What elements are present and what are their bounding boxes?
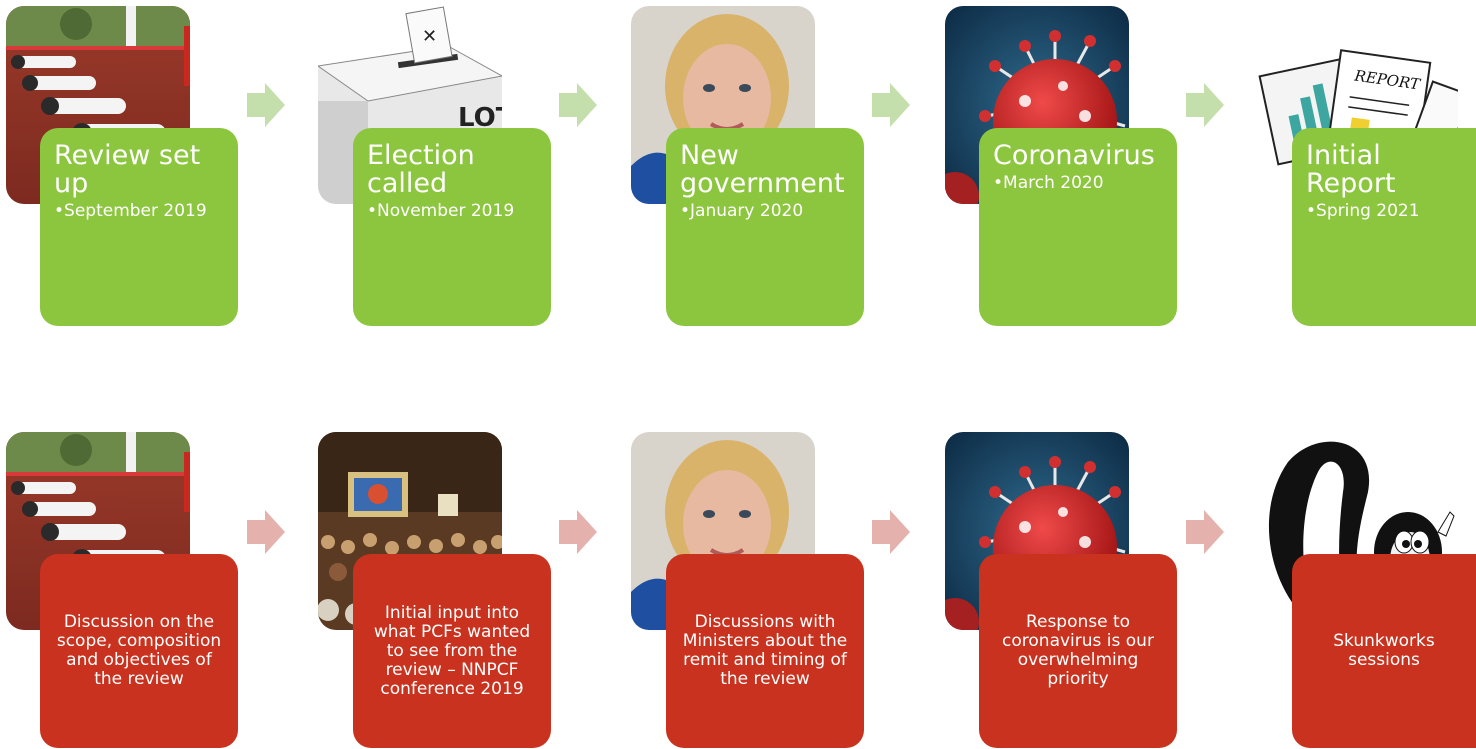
red-arrow-icon xyxy=(559,510,597,554)
green-arrow-icon xyxy=(559,83,597,127)
red-arrow-icon xyxy=(872,510,910,554)
red-arrow-icon xyxy=(1186,510,1224,554)
timeline-card-initial-report: Initial Report •Spring 2021 xyxy=(1292,128,1476,326)
timeline-card-coronavirus: Coronavirus •March 2020 xyxy=(979,128,1177,326)
green-arrow-icon xyxy=(247,83,285,127)
timeline-card-scope-discussion: Discussion on the scope, composition and… xyxy=(40,554,238,748)
card-title: Initial Report xyxy=(1306,140,1396,199)
card-date: •November 2019 xyxy=(367,201,515,221)
card-text: Initial input into what PCFs wanted to s… xyxy=(373,602,531,699)
svg-text:✕: ✕ xyxy=(422,26,437,47)
card-date: •Spring 2021 xyxy=(1306,201,1420,221)
card-text: Discussions with Ministers about the rem… xyxy=(682,612,848,689)
card-text: Discussion on the scope, composition and… xyxy=(56,612,222,689)
timeline-card-skunkworks: Skunkworks sessions xyxy=(1292,554,1476,748)
timeline-card-new-government: New government •January 2020 xyxy=(666,128,864,326)
card-date: •September 2019 xyxy=(54,201,207,221)
timeline-card-initial-input: Initial input into what PCFs wanted to s… xyxy=(353,554,551,748)
card-date: •January 2020 xyxy=(680,201,804,221)
card-title: Review set up xyxy=(54,140,201,199)
red-arrow-icon xyxy=(247,510,285,554)
green-arrow-icon xyxy=(872,83,910,127)
card-text: Skunkworks sessions xyxy=(1333,631,1435,670)
timeline-card-review-setup: Review set up •September 2019 xyxy=(40,128,238,326)
card-title: Election called xyxy=(367,140,475,199)
card-text: Response to coronavirus is our overwhelm… xyxy=(1002,612,1154,689)
card-title: New government xyxy=(680,140,845,199)
green-arrow-icon xyxy=(1186,83,1224,127)
timeline-card-minister-discussions: Discussions with Ministers about the rem… xyxy=(666,554,864,748)
card-date: •March 2020 xyxy=(993,173,1104,193)
timeline-card-coronavirus-response: Response to coronavirus is our overwhelm… xyxy=(979,554,1177,748)
timeline-card-election-called: Election called •November 2019 xyxy=(353,128,551,326)
card-title: Coronavirus xyxy=(993,140,1155,171)
